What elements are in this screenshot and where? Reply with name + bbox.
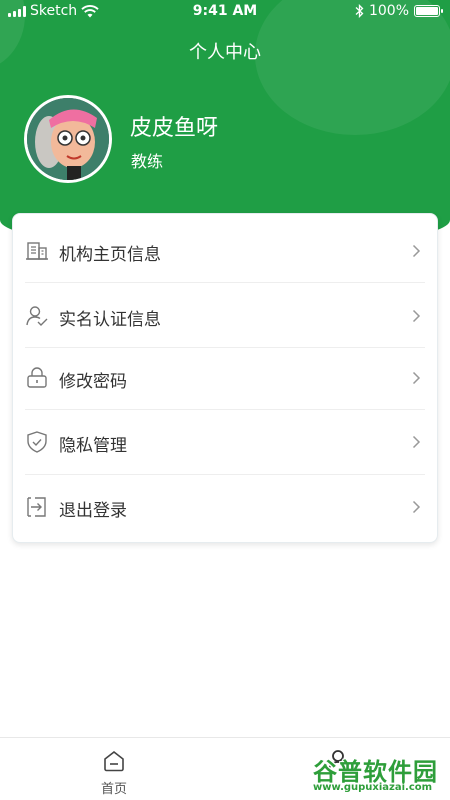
chevron-right-icon <box>412 435 421 449</box>
shield-check-icon <box>27 431 47 453</box>
menu-item-institution-info[interactable]: 机构主页信息 <box>13 218 439 282</box>
user-name: 皮皮鱼呀 <box>130 116 219 141</box>
menu-item-label: 隐私管理 <box>59 436 127 456</box>
menu-item-change-password[interactable]: 修改密码 <box>13 345 439 409</box>
user-verified-icon <box>26 306 48 326</box>
menu-item-logout[interactable]: 退出登录 <box>13 474 439 538</box>
menu-item-real-name-verification[interactable]: 实名认证信息 <box>13 283 439 347</box>
chevron-right-icon <box>412 500 421 514</box>
menu-item-label: 实名认证信息 <box>59 310 161 330</box>
menu-item-label: 退出登录 <box>59 501 127 521</box>
status-bar-right: 100% <box>355 3 443 19</box>
tab-home-label: 首页 <box>100 782 127 797</box>
battery-percentage: 100% <box>368 3 409 19</box>
menu-item-privacy-management[interactable]: 隐私管理 <box>13 409 439 473</box>
chevron-right-icon <box>412 244 421 258</box>
status-bar: Sketch 9:41 AM 100% <box>0 0 450 24</box>
chevron-right-icon <box>412 371 421 385</box>
lock-icon <box>27 367 47 388</box>
menu-card: 机构主页信息 实名认证信息 修改密码 隐私管理 退出登录 <box>12 213 438 543</box>
menu-item-label: 机构主页信息 <box>59 245 161 265</box>
home-icon <box>104 750 124 772</box>
battery-icon <box>414 5 443 17</box>
chevron-right-icon <box>412 309 421 323</box>
avatar[interactable] <box>24 95 112 183</box>
tab-home[interactable]: 首页 <box>88 746 140 798</box>
bluetooth-icon <box>355 4 364 18</box>
menu-item-label: 修改密码 <box>59 372 127 392</box>
logout-icon <box>27 497 46 517</box>
watermark: 谷普软件园 www.gupuxiazai.com <box>313 752 448 798</box>
page-title: 个人中心 <box>189 42 261 63</box>
battery-level <box>416 7 438 15</box>
building-icon <box>26 242 48 260</box>
user-role: 教练 <box>131 152 164 171</box>
avatar-image <box>27 98 109 180</box>
watermark-url: www.gupuxiazai.com <box>313 782 433 793</box>
